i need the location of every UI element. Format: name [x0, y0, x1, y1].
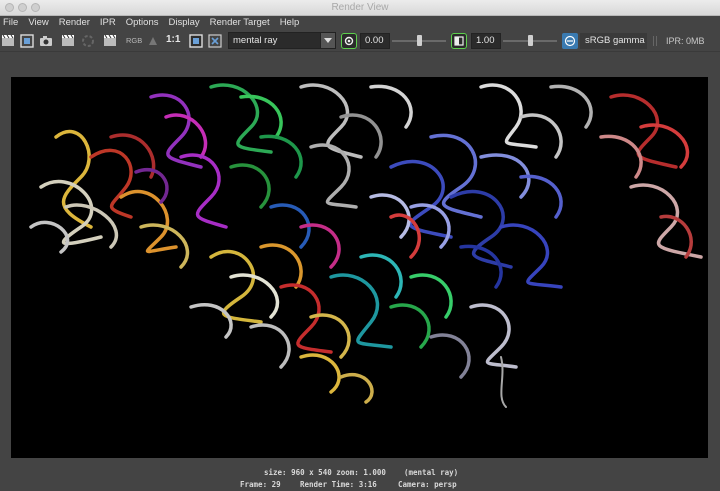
menu-file[interactable]: File	[3, 16, 18, 30]
menu-render-target[interactable]: Render Target	[210, 16, 270, 30]
render-info-overlay: size: 960 x 540 zoom: 1.000 (mental ray)…	[0, 466, 720, 491]
window-title: Render View	[331, 2, 389, 13]
rendered-image[interactable]	[11, 77, 708, 458]
render-region-button[interactable]	[19, 33, 35, 49]
color-management-icon[interactable]	[562, 33, 578, 49]
menu-bar: File View Render IPR Options Display Ren…	[0, 16, 720, 30]
menu-view[interactable]: View	[28, 16, 48, 30]
gamma-slider-handle[interactable]	[528, 35, 533, 46]
chevron-down-icon[interactable]	[320, 33, 335, 48]
title-bar: Render View	[0, 0, 720, 16]
ipr-memory-label: IPR: 0MB	[666, 36, 705, 46]
render-viewport[interactable]	[0, 53, 720, 466]
menu-options[interactable]: Options	[126, 16, 159, 30]
renderer-value: mental ray	[233, 35, 278, 46]
render-sequence-button[interactable]	[60, 33, 76, 49]
toolbar-separator	[653, 36, 654, 46]
status-frame: Frame: 29	[240, 480, 281, 489]
status-size-zoom: size: 960 x 540 zoom: 1.000	[264, 468, 386, 477]
status-renderer: (mental ray)	[404, 468, 459, 477]
ipr-refresh-icon[interactable]	[80, 33, 96, 49]
status-render-time: Render Time: 3:16	[300, 480, 377, 489]
exposure-field[interactable]: 0.00	[360, 33, 390, 49]
gamma-icon[interactable]	[451, 33, 467, 49]
display-region-button[interactable]	[188, 33, 204, 49]
toolbar-separator	[656, 36, 657, 46]
ipr-render-button[interactable]	[102, 33, 118, 49]
exposure-icon[interactable]	[341, 33, 357, 49]
menu-display[interactable]: Display	[169, 16, 200, 30]
view-transform-dropdown[interactable]: sRGB gamma	[580, 33, 647, 49]
snapshot-button[interactable]	[38, 33, 54, 49]
status-camera: Camera: persp	[398, 480, 457, 489]
menu-render[interactable]: Render	[59, 16, 90, 30]
rgb-channel-button[interactable]: RGB	[126, 36, 142, 45]
menu-ipr[interactable]: IPR	[100, 16, 116, 30]
renderer-dropdown[interactable]: mental ray	[228, 32, 336, 49]
redo-previous-render-button[interactable]	[0, 33, 16, 49]
gamma-field[interactable]: 1.00	[471, 33, 501, 49]
keep-image-button[interactable]	[207, 33, 223, 49]
alpha-channel-icon[interactable]	[145, 33, 161, 49]
exposure-slider-handle[interactable]	[417, 35, 422, 46]
ribbon-render-image	[29, 83, 703, 408]
menu-help[interactable]: Help	[280, 16, 300, 30]
real-size-button[interactable]: 1:1	[166, 34, 180, 45]
